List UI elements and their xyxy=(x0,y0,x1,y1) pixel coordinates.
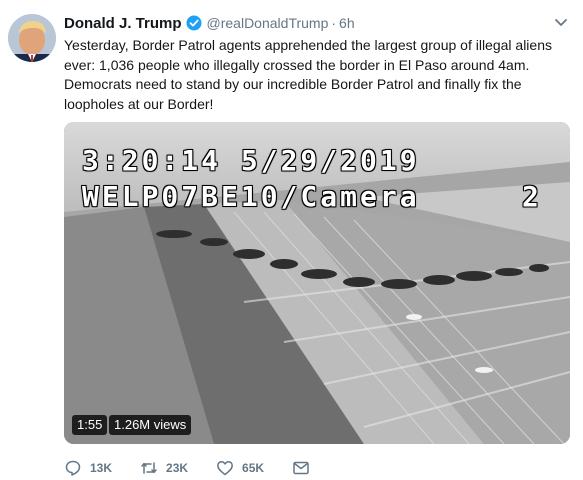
avatar-image xyxy=(8,14,56,62)
reply-count: 13K xyxy=(90,461,113,475)
avatar[interactable] xyxy=(8,14,56,62)
cctv-timestamp: 3:20:14 5/29/2019 xyxy=(82,144,420,177)
video-duration-badge: 1:55 xyxy=(72,415,108,435)
tweet-text-line: ever: 1,036 people who illegally crossed… xyxy=(64,56,530,73)
author-handle[interactable]: @realDonaldTrump xyxy=(207,15,329,31)
like-count: 65K xyxy=(242,461,265,475)
video-player[interactable]: 3:20:14 5/29/2019 WELP07BE10/Camera 2 1:… xyxy=(64,122,570,444)
envelope-icon xyxy=(292,459,310,477)
chevron-down-icon[interactable] xyxy=(553,16,569,30)
retweet-icon xyxy=(140,459,158,477)
reply-icon xyxy=(64,459,82,477)
reply-button[interactable]: 13K xyxy=(64,459,112,477)
direct-message-button[interactable] xyxy=(292,459,310,477)
heart-icon xyxy=(216,459,234,477)
cctv-camera-number: 2 xyxy=(522,180,539,213)
tweet-header: Donald J. Trump @realDonaldTrump · 6h xyxy=(64,13,355,33)
tweet-text-line: loopholes at our Border! xyxy=(64,95,214,112)
verified-badge-icon xyxy=(186,15,202,31)
video-views-badge: 1.26M views xyxy=(109,415,192,435)
retweet-count: 23K xyxy=(166,461,189,475)
header-separator: · xyxy=(331,15,337,31)
tweet-card[interactable]: Donald J. Trump @realDonaldTrump · 6h Ye… xyxy=(0,0,583,480)
retweet-button[interactable]: 23K xyxy=(140,459,188,477)
like-button[interactable]: 65K xyxy=(216,459,264,477)
tweet-text: Yesterday, Border Patrol agents apprehen… xyxy=(64,36,569,114)
tweet-timestamp[interactable]: 6h xyxy=(339,15,355,31)
tweet-text-line: Democrats need to stand by our incredibl… xyxy=(64,76,522,92)
tweet-text-line: Yesterday, Border Patrol agents apprehen… xyxy=(64,37,552,53)
author-name[interactable]: Donald J. Trump xyxy=(64,15,182,32)
tweet-actions: 13K 23K 65K xyxy=(64,458,338,478)
cctv-camera-id: WELP07BE10/Camera xyxy=(82,180,420,213)
